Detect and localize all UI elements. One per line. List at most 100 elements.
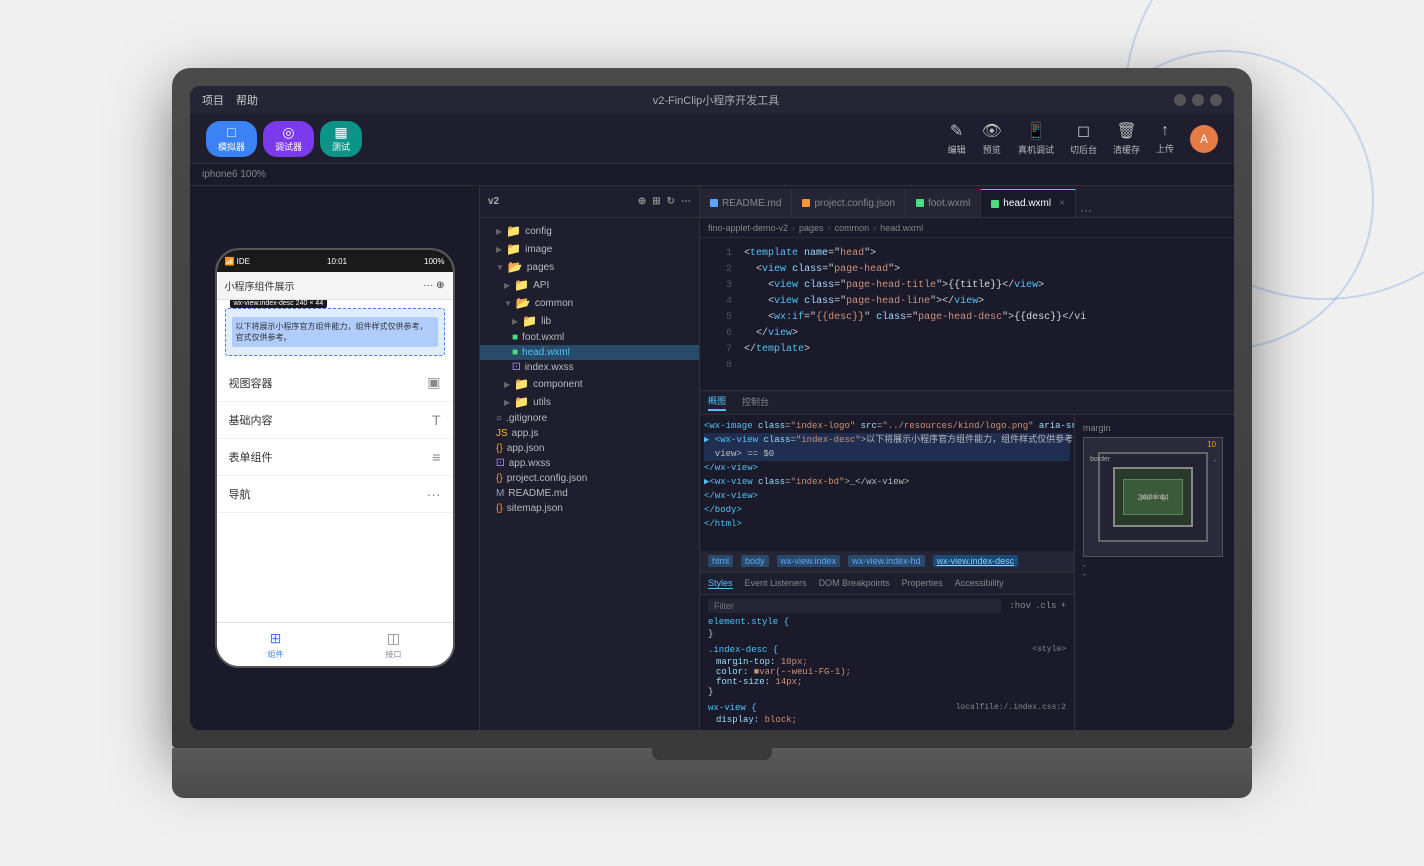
upload-action[interactable]: ↑ 上传 <box>1156 122 1174 155</box>
avatar[interactable]: A <box>1190 125 1218 153</box>
upload-icon: ↑ <box>1161 122 1169 140</box>
file-item-projectconfig[interactable]: {} project.config.json <box>480 471 699 486</box>
path-html[interactable]: html <box>708 555 733 567</box>
tab-projectconfig[interactable]: project.config.json <box>792 189 906 217</box>
simulate-button[interactable]: □ 模拟器 <box>206 121 257 157</box>
clear-action[interactable]: 🗑 清缓存 <box>1113 121 1140 156</box>
html-line: </html> <box>704 517 1070 531</box>
edit-label: 编辑 <box>948 143 966 156</box>
test-button[interactable]: ▦ 测试 <box>320 121 362 157</box>
nav-item-basic[interactable]: 基础内容 T <box>217 402 453 439</box>
chevron-icon: ▼ <box>496 263 504 272</box>
file-item-sitemap[interactable]: {} sitemap.json <box>480 501 699 516</box>
json-icon: {} <box>496 443 503 454</box>
file-item-api[interactable]: ▶ 📁 API <box>480 276 699 294</box>
file-item-appjson[interactable]: {} app.json <box>480 441 699 456</box>
nav-item-view[interactable]: 视图容器 ▣ <box>217 364 453 402</box>
file-item-utils[interactable]: ▶ 📁 utils <box>480 393 699 411</box>
tab-properties[interactable]: Properties <box>902 578 943 588</box>
file-item-readme[interactable]: M README.md <box>480 486 699 501</box>
file-item-foot-wxml[interactable]: ■ foot.wxml <box>480 330 699 345</box>
tab-label: foot.wxml <box>928 198 970 209</box>
file-item-appjs[interactable]: JS app.js <box>480 426 699 441</box>
nav-item-basic-icon: T <box>432 412 441 428</box>
style-source[interactable]: localfile:/.index.css:2 <box>956 703 1066 712</box>
file-tree-icon-4[interactable]: ⋯ <box>681 196 691 207</box>
filter-input[interactable] <box>708 599 1001 613</box>
box-padding: padding 240 × 44 <box>1113 467 1193 527</box>
filter-hover-btn[interactable]: :hov <box>1009 601 1031 611</box>
code-editor[interactable]: 1 <template name="head"> 2 < <box>700 238 1234 390</box>
file-item-appwxss[interactable]: ⚀ app.wxss <box>480 456 699 471</box>
preview-icon: 👁 <box>982 121 1002 141</box>
edit-action[interactable]: ✎ 编辑 <box>948 121 966 156</box>
file-tree-icon-1[interactable]: ⊕ <box>638 196 646 207</box>
test-label: 测试 <box>332 140 350 153</box>
file-tree-root-label: v2 <box>488 196 499 207</box>
nav-item-form[interactable]: 表单组件 ≡ <box>217 439 453 476</box>
file-item-gitignore[interactable]: ○ .gitignore <box>480 411 699 426</box>
folder-icon: 📁 <box>506 224 521 238</box>
path-wx-view-hd[interactable]: wx-view.index-hd <box>848 555 925 567</box>
laptop-base <box>172 748 1252 798</box>
code-line-2: 2 <view class="page-head"> <box>700 262 1234 278</box>
line-number: 2 <box>708 262 732 278</box>
box-model-values: - - <box>1083 561 1226 579</box>
style-selector: wx-view { localfile:/.index.css:2 <box>708 703 1066 713</box>
html-preview[interactable]: <wx-image class="index-logo" src="../res… <box>700 415 1074 551</box>
minimize-button[interactable] <box>1174 94 1186 106</box>
chevron-icon: ▶ <box>504 398 510 407</box>
style-rule-wxview: wx-view { localfile:/.index.css:2 displa… <box>708 703 1066 725</box>
phone-tab-api[interactable]: ◫ 接口 <box>335 623 453 666</box>
breadcrumb-sep: › <box>792 223 795 233</box>
file-name: pages <box>527 262 554 273</box>
tab-event-listeners[interactable]: Event Listeners <box>745 578 807 588</box>
file-item-config[interactable]: ▶ 📁 config <box>480 222 699 240</box>
real-test-action[interactable]: 📱 真机调试 <box>1018 121 1054 156</box>
tab-accessibility[interactable]: Accessibility <box>955 578 1004 588</box>
file-item-pages[interactable]: ▼ 📂 pages <box>480 258 699 276</box>
style-tabs: Styles Event Listeners DOM Breakpoints P… <box>700 573 1074 595</box>
phone-device: 📶 IDE 10:01 100% 小程序组件展示 ··· ⊕ <box>215 248 455 668</box>
maximize-button[interactable] <box>1192 94 1204 106</box>
nav-item-nav[interactable]: 导航 ··· <box>217 476 453 513</box>
tab-overview[interactable]: 概图 <box>708 394 726 411</box>
file-tree-icon-2[interactable]: ⊞ <box>652 196 660 207</box>
tab-styles[interactable]: Styles <box>708 578 733 589</box>
style-source: <style> <box>1032 645 1066 654</box>
file-item-head-wxml[interactable]: ■ head.wxml <box>480 345 699 360</box>
cut-action[interactable]: ◻ 切后台 <box>1070 121 1097 156</box>
file-item-image[interactable]: ▶ 📁 image <box>480 240 699 258</box>
phone-tab-component[interactable]: ⊞ 组件 <box>217 623 335 666</box>
path-wx-view-index[interactable]: wx-view.index <box>777 555 841 567</box>
component-tab-label: 组件 <box>268 649 284 660</box>
tab-close-icon[interactable]: × <box>1059 198 1065 209</box>
close-button[interactable] <box>1210 94 1222 106</box>
menu-item-help[interactable]: 帮助 <box>236 92 258 108</box>
tab-readme[interactable]: README.md <box>700 189 792 217</box>
path-wx-view-desc[interactable]: wx-view.index-desc <box>933 555 1019 567</box>
tab-headwxml[interactable]: head.wxml × <box>981 189 1076 217</box>
tab-console[interactable]: 控制台 <box>742 395 769 410</box>
file-tree-icon-3[interactable]: ↻ <box>667 196 675 207</box>
preview-action[interactable]: 👁 预览 <box>982 121 1002 156</box>
nav-item-nav-icon: ··· <box>427 486 441 502</box>
code-content: <view class="page-head-title">{{title}}<… <box>744 278 1044 294</box>
menu-item-project[interactable]: 项目 <box>202 92 224 108</box>
path-body[interactable]: body <box>741 555 769 567</box>
filter-cls-btn[interactable]: .cls <box>1035 601 1057 611</box>
file-item-component[interactable]: ▶ 📁 component <box>480 375 699 393</box>
tab-footwxml[interactable]: foot.wxml <box>906 189 981 217</box>
phone-preview-pane: 📶 IDE 10:01 100% 小程序组件展示 ··· ⊕ <box>190 186 480 730</box>
code-line-4: 4 <view class="page-head-line"></view> <box>700 294 1234 310</box>
more-tabs-icon[interactable]: ··· <box>1080 203 1092 217</box>
toolbar: □ 模拟器 ◎ 调试器 ▦ 测试 <box>190 114 1234 164</box>
filter-add-btn[interactable]: + <box>1061 601 1066 611</box>
file-item-index-wxss[interactable]: ⚀ index.wxss <box>480 360 699 375</box>
txt-icon: ○ <box>496 413 502 424</box>
file-item-common[interactable]: ▼ 📂 common <box>480 294 699 312</box>
debug-button[interactable]: ◎ 调试器 <box>263 121 314 157</box>
file-name: head.wxml <box>522 347 570 358</box>
tab-dom-breakpoints[interactable]: DOM Breakpoints <box>819 578 890 588</box>
file-item-lib[interactable]: ▶ 📁 lib <box>480 312 699 330</box>
